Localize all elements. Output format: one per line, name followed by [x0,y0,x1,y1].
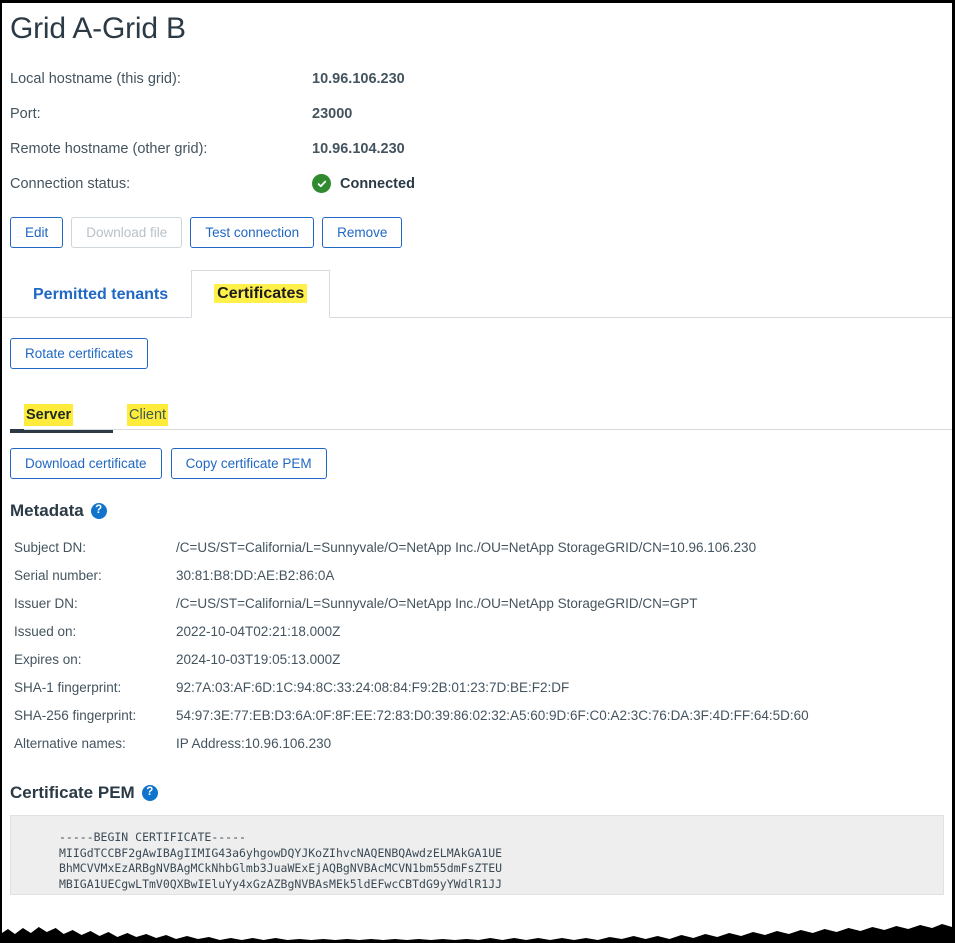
info-label-local-hostname: Local hostname (this grid): [10,70,181,87]
status-badge: Connected [340,175,415,192]
page-title: Grid A-Grid B [10,12,186,45]
tab-permitted-tenants[interactable]: Permitted tenants [10,271,191,318]
table-row: SHA-1 fingerprint: 92:7A:03:AF:6D:1C:94:… [14,673,809,701]
table-row: Serial number: 30:81:B8:DD:AE:B2:86:0A [14,561,809,589]
metadata-value: /C=US/ST=California/L=Sunnyvale/O=NetApp… [176,539,757,555]
subtab-server-label: Server [24,404,74,426]
metadata-key: SHA-1 fingerprint: [14,679,122,695]
info-value-remote-hostname: 10.96.104.230 [312,140,405,157]
subtabs-divider [24,429,952,430]
metadata-value: 92:7A:03:AF:6D:1C:94:8C:33:24:08:84:F9:2… [176,679,570,695]
page-content: Grid A-Grid B Local hostname (this grid)… [2,3,952,943]
table-row: Alternative names: IP Address:10.96.106.… [14,729,809,757]
download-file-button: Download file [71,217,183,248]
table-row: SHA-256 fingerprint: 54:97:3E:77:EB:D3:6… [14,701,809,729]
tab-certificates[interactable]: Certificates [191,270,331,318]
metadata-key: Serial number: [14,567,102,583]
subtab-client-label: Client [127,404,169,426]
metadata-value: 2024-10-03T19:05:13.000Z [176,651,341,667]
metadata-value: /C=US/ST=California/L=Sunnyvale/O=NetApp… [176,595,698,611]
rotate-certificates-toolbar: Rotate certificates [10,338,952,369]
certificate-pem-heading: Certificate PEM ? [10,783,952,803]
certificate-pem-heading-label: Certificate PEM [10,783,135,802]
metadata-key: SHA-256 fingerprint: [14,707,137,723]
check-circle-icon [312,174,331,193]
info-value-port: 23000 [312,105,353,122]
metadata-heading: Metadata ? [10,501,952,521]
table-row: Subject DN: /C=US/ST=California/L=Sunnyv… [14,533,809,561]
connection-actions-toolbar: Edit Download file Test connection Remov… [10,217,952,248]
table-row: Expires on: 2024-10-03T19:05:13.000Z [14,645,809,673]
remove-button[interactable]: Remove [322,217,403,248]
info-label-port: Port: [10,105,41,122]
metadata-key: Subject DN: [14,539,87,555]
download-certificate-button[interactable]: Download certificate [10,448,162,479]
connection-info-table: Local hostname (this grid): 10.96.106.23… [10,61,415,201]
metadata-key: Issued on: [14,623,77,639]
subtab-server[interactable]: Server [10,403,127,433]
metadata-value: 54:97:3E:77:EB:D3:6A:0F:8F:EE:72:83:D0:3… [176,707,809,723]
info-row-local-hostname: Local hostname (this grid): 10.96.106.23… [10,61,415,96]
metadata-value: IP Address:10.96.106.230 [176,735,332,751]
certificate-pem-textarea[interactable]: -----BEGIN CERTIFICATE----- MIIGdTCCBF2g… [10,815,944,895]
info-value-local-hostname: 10.96.106.230 [312,70,405,87]
subtab-client[interactable]: Client [127,403,169,430]
metadata-value: 30:81:B8:DD:AE:B2:86:0A [176,567,335,583]
info-row-remote-hostname: Remote hostname (other grid): 10.96.104.… [10,131,415,166]
edit-button[interactable]: Edit [10,217,64,248]
main-tabs: Permitted tenants Certificates [2,270,952,318]
torn-edge-shape [2,919,952,943]
tab-certificates-label: Certificates [214,284,308,303]
info-label-connection-status: Connection status: [10,175,131,192]
metadata-value: 2022-10-04T02:21:18.000Z [176,623,341,639]
table-row: Issuer DN: /C=US/ST=California/L=Sunnyva… [14,589,809,617]
application-window: Grid A-Grid B Local hostname (this grid)… [0,0,955,943]
tab-permitted-tenants-label: Permitted tenants [33,286,169,303]
metadata-heading-label: Metadata [10,501,84,520]
copy-certificate-pem-button[interactable]: Copy certificate PEM [170,448,327,479]
torn-edge-decoration [2,919,952,943]
certificate-actions-toolbar: Download certificate Copy certificate PE… [10,448,952,479]
metadata-table: Subject DN: /C=US/ST=California/L=Sunnyv… [14,533,809,757]
help-circle-icon[interactable]: ? [141,785,158,801]
metadata-key: Alternative names: [14,735,126,751]
info-label-remote-hostname: Remote hostname (other grid): [10,140,208,157]
rotate-certificates-button[interactable]: Rotate certificates [10,338,149,369]
test-connection-button[interactable]: Test connection [190,217,315,248]
metadata-key: Expires on: [14,651,82,667]
metadata-key: Issuer DN: [14,595,78,611]
table-row: Issued on: 2022-10-04T02:21:18.000Z [14,617,809,645]
certificate-subtabs: Server Client [10,403,952,433]
help-circle-icon[interactable]: ? [90,503,107,519]
info-row-connection-status: Connection status: Connected [10,166,415,201]
info-value-connection-status: Connected [312,166,415,201]
info-row-port: Port: 23000 [10,96,415,131]
